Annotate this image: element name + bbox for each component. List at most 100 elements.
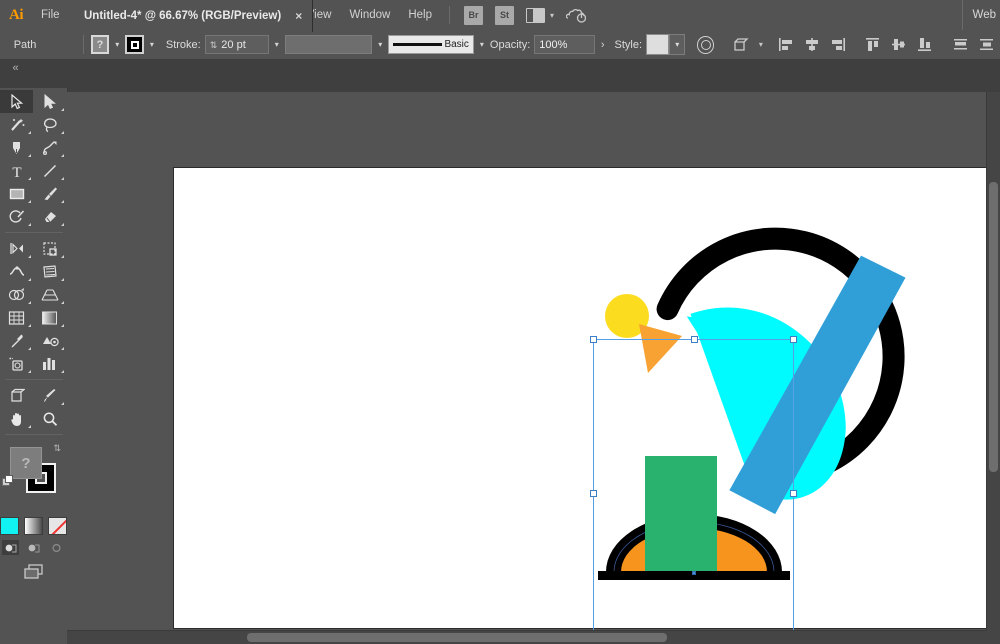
fill-stroke-widget: ⇅ ? xyxy=(0,443,67,513)
artboard-tool[interactable] xyxy=(0,384,33,407)
curvature-tool[interactable] xyxy=(33,136,66,159)
brush-definition-field[interactable]: Basic xyxy=(388,35,474,54)
zoom-tool[interactable] xyxy=(33,407,66,430)
color-swatch-button[interactable] xyxy=(0,517,19,535)
align-top-icon[interactable] xyxy=(865,37,881,52)
perspective-grid-tool[interactable] xyxy=(33,283,66,306)
tool-group-indicator-icon xyxy=(61,324,64,327)
menu-item-window[interactable]: Window xyxy=(340,0,399,30)
hand-tool[interactable] xyxy=(0,407,33,430)
stroke-weight-input[interactable]: ⇅ 20 pt xyxy=(205,35,269,54)
stepper-icon[interactable]: ⇅ xyxy=(210,41,218,49)
eraser-tool[interactable] xyxy=(33,205,66,228)
rotate-tool[interactable] xyxy=(0,237,33,260)
width-tool[interactable] xyxy=(0,260,33,283)
vertical-scrollbar-thumb[interactable] xyxy=(989,182,998,472)
magic-wand-tool[interactable] xyxy=(0,113,33,136)
draw-inside-icon[interactable] xyxy=(48,540,65,555)
opacity-options-icon[interactable]: › xyxy=(595,39,611,51)
tool-group-indicator-icon xyxy=(28,324,31,327)
stroke-dropdown-icon[interactable]: ▾ xyxy=(144,40,160,49)
tool-group-indicator-icon xyxy=(61,200,64,203)
menu-item-file[interactable]: File xyxy=(32,0,69,30)
gradient-tool[interactable] xyxy=(33,306,66,329)
draw-behind-icon[interactable] xyxy=(25,540,42,555)
fill-color-swatch[interactable]: ? xyxy=(91,35,110,54)
column-graph-tool[interactable] xyxy=(33,352,66,375)
free-transform-tool[interactable] xyxy=(33,260,66,283)
default-fill-stroke-icon[interactable] xyxy=(2,475,14,487)
align-left-icon[interactable] xyxy=(778,37,794,52)
vertical-scrollbar[interactable] xyxy=(986,92,1000,631)
transform-icon[interactable] xyxy=(733,37,749,52)
align-bottom-icon[interactable] xyxy=(917,37,933,52)
draw-normal-icon[interactable] xyxy=(2,540,19,555)
line-segment-tool[interactable] xyxy=(33,159,66,182)
stroke-swatch-inner xyxy=(131,41,139,49)
shape-builder-tool[interactable] xyxy=(0,283,33,306)
tool-divider xyxy=(5,379,63,380)
brush-dropdown-icon[interactable]: ▾ xyxy=(474,40,490,49)
tool-divider xyxy=(5,232,63,233)
distribute-vertical-top-icon[interactable] xyxy=(953,37,969,52)
menu-item-help[interactable]: Help xyxy=(399,0,441,30)
horizontal-scrollbar-thumb[interactable] xyxy=(247,633,667,642)
arrange-documents-button[interactable]: ▾ xyxy=(526,8,554,23)
style-dropdown-icon[interactable]: ▾ xyxy=(669,34,685,55)
align-center-horizontal-icon[interactable] xyxy=(804,37,820,52)
artboard[interactable] xyxy=(174,168,992,628)
recolor-artwork-icon[interactable] xyxy=(697,36,715,54)
rectangle-tool[interactable] xyxy=(0,182,33,205)
mesh-tool[interactable] xyxy=(0,306,33,329)
gradient-swatch-button[interactable] xyxy=(24,517,43,535)
app-logo-icon: Ai xyxy=(0,0,32,30)
scrollbar-corner xyxy=(987,631,1000,644)
lasso-tool[interactable] xyxy=(33,113,66,136)
distribute-vertical-center-icon[interactable] xyxy=(979,37,995,52)
pen-tool[interactable] xyxy=(0,136,33,159)
slice-tool[interactable] xyxy=(33,384,66,407)
stock-icon[interactable]: St xyxy=(495,6,514,25)
none-swatch-button[interactable] xyxy=(48,517,67,535)
divider xyxy=(83,35,84,54)
stroke-color-swatch[interactable] xyxy=(125,35,144,54)
scale-tool[interactable] xyxy=(33,237,66,260)
creative-cloud-icon[interactable] xyxy=(566,7,586,23)
panel-collapse-icon[interactable]: « xyxy=(4,60,26,76)
satellite-dish-illustration[interactable] xyxy=(174,168,992,628)
variable-width-dropdown-icon[interactable]: ▾ xyxy=(372,40,388,49)
direct-selection-tool[interactable] xyxy=(33,90,66,113)
tool-group-indicator-icon xyxy=(28,278,31,281)
opacity-label: Opacity: xyxy=(490,39,530,51)
tool-group-indicator-icon xyxy=(61,108,64,111)
opacity-input[interactable]: 100% xyxy=(534,35,595,54)
transform-dropdown-icon[interactable]: ▾ xyxy=(759,40,763,49)
paintbrush-tool[interactable] xyxy=(33,182,66,205)
close-icon[interactable]: × xyxy=(295,9,302,23)
type-tool[interactable]: T xyxy=(0,159,33,182)
shaper-tool[interactable] xyxy=(0,205,33,228)
symbol-sprayer-tool[interactable] xyxy=(0,352,33,375)
eyedropper-tool[interactable] xyxy=(0,329,33,352)
document-tab[interactable]: Untitled-4* @ 66.67% (RGB/Preview) × xyxy=(72,0,313,32)
swap-fill-stroke-icon[interactable]: ⇅ xyxy=(53,443,61,454)
graphic-style-swatch[interactable] xyxy=(646,34,669,55)
tool-group-indicator-icon xyxy=(28,177,31,180)
tool-group-indicator-icon xyxy=(28,370,31,373)
bridge-icon[interactable]: Br xyxy=(464,6,483,25)
variable-width-profile-field[interactable] xyxy=(285,35,373,54)
tools-grid: T xyxy=(0,88,67,439)
control-bar-grip[interactable] xyxy=(0,30,10,59)
fill-color-indicator[interactable]: ? xyxy=(10,447,42,479)
tool-group-indicator-icon xyxy=(28,255,31,258)
selection-tool[interactable] xyxy=(0,90,33,113)
horizontal-scrollbar[interactable] xyxy=(67,630,987,644)
stroke-weight-dropdown-icon[interactable]: ▾ xyxy=(269,40,285,49)
change-screen-mode-icon[interactable] xyxy=(0,563,67,581)
blend-tool[interactable] xyxy=(33,329,66,352)
fill-dropdown-icon[interactable]: ▾ xyxy=(109,40,125,49)
align-center-vertical-icon[interactable] xyxy=(891,37,907,52)
canvas-area[interactable] xyxy=(67,92,1000,644)
align-right-icon[interactable] xyxy=(830,37,846,52)
workspace-switcher[interactable]: Web xyxy=(962,0,996,30)
